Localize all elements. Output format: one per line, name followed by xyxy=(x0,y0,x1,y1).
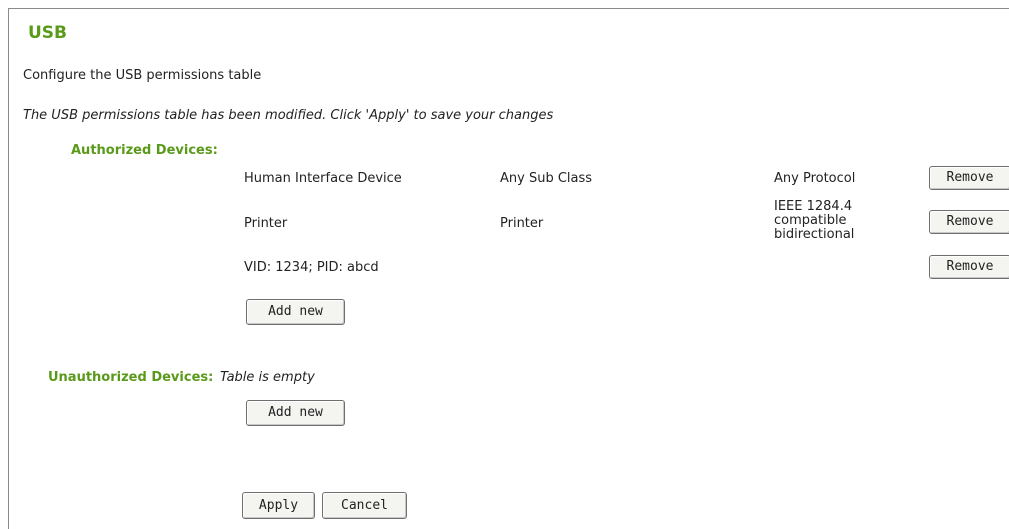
remove-button[interactable]: Remove xyxy=(929,210,1009,234)
remove-button[interactable]: Remove xyxy=(929,166,1009,190)
subclass-cell: Any Sub Class xyxy=(500,171,593,186)
subclass-cell: Printer xyxy=(500,216,544,231)
modified-notice: The USB permissions table has been modif… xyxy=(23,108,554,123)
empty-table-text: Table is empty xyxy=(220,370,315,385)
remove-button[interactable]: Remove xyxy=(929,255,1009,279)
protocol-cell: IEEE 1284.4 compatible bidirectional xyxy=(774,199,855,242)
device-class-cell: Human Interface Device xyxy=(244,171,402,186)
page-description: Configure the USB permissions table xyxy=(23,68,262,83)
page-title: USB xyxy=(28,23,68,43)
add-unauthorized-device-button[interactable]: Add new xyxy=(246,400,345,426)
apply-button[interactable]: Apply xyxy=(242,492,315,519)
device-class-cell: Printer xyxy=(244,216,288,231)
unauthorized-devices-label: Unauthorized Devices: xyxy=(48,370,214,385)
authorized-devices-label: Authorized Devices: xyxy=(71,143,218,158)
add-authorized-device-button[interactable]: Add new xyxy=(246,299,345,325)
usb-config-panel: USB Configure the USB permissions table … xyxy=(8,8,1009,529)
device-id-cell: VID: 1234; PID: abcd xyxy=(244,260,379,275)
cancel-button[interactable]: Cancel xyxy=(322,492,407,519)
protocol-cell: Any Protocol xyxy=(774,171,856,186)
